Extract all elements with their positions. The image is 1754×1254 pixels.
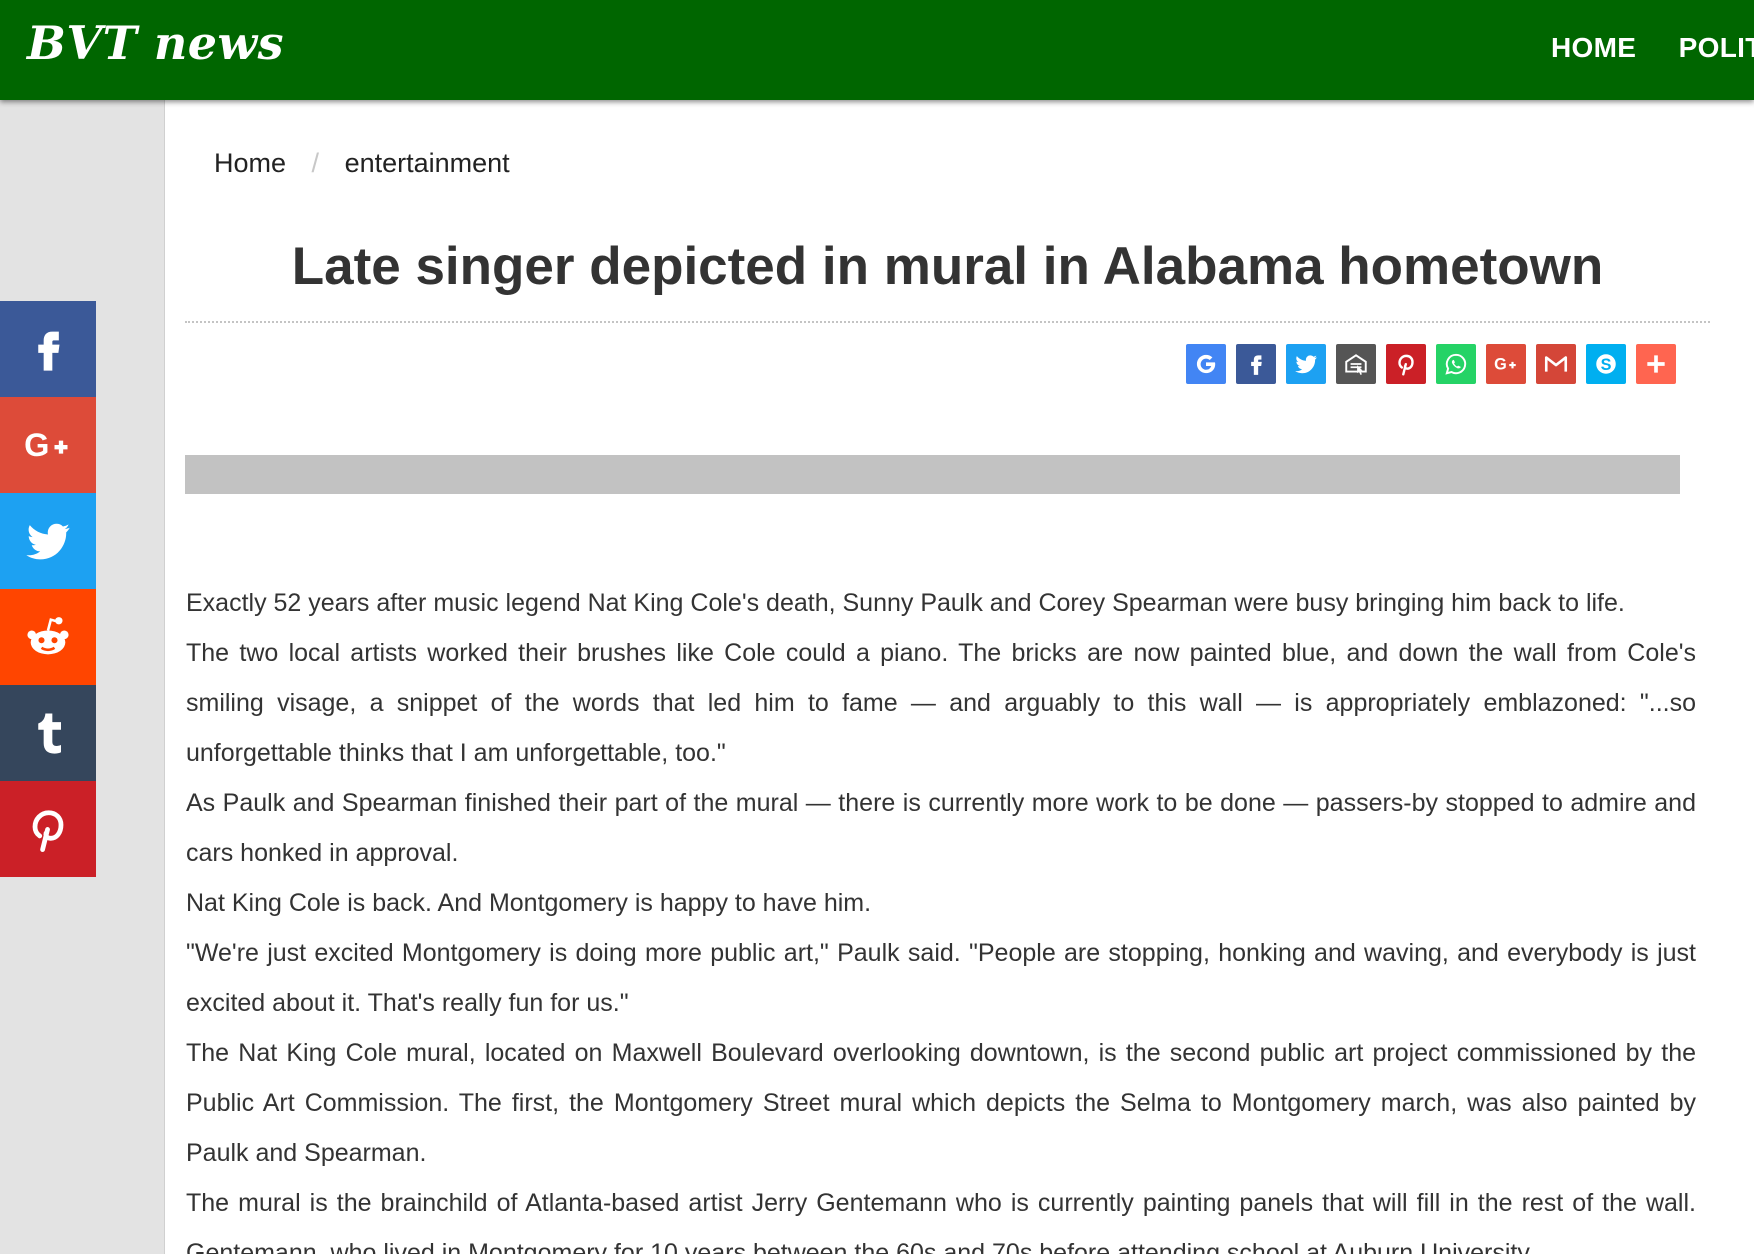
plus-icon bbox=[1647, 355, 1665, 373]
share-gmail[interactable] bbox=[1536, 344, 1576, 384]
side-share-twitter[interactable] bbox=[0, 493, 96, 589]
title-divider bbox=[185, 321, 1710, 323]
article-paragraph: "We're just excited Montgomery is doing … bbox=[186, 939, 1696, 1017]
nav-home[interactable]: HOME bbox=[1551, 32, 1636, 64]
facebook-icon bbox=[38, 331, 60, 371]
article-paragraph: As Paulk and Spearman finished their par… bbox=[186, 789, 1696, 867]
ad-placeholder-bar bbox=[185, 455, 1680, 494]
print-icon bbox=[1345, 354, 1367, 375]
skype-icon: S bbox=[1596, 354, 1616, 374]
article-body: Exactly 52 years after music legend Nat … bbox=[186, 578, 1696, 1254]
google-plus-icon: G bbox=[1494, 355, 1516, 373]
side-share-google-plus[interactable]: G bbox=[0, 397, 96, 493]
share-google[interactable] bbox=[1186, 344, 1226, 384]
gmail-icon bbox=[1544, 356, 1568, 372]
pinterest-icon bbox=[32, 810, 64, 852]
twitter-icon bbox=[1295, 355, 1317, 374]
nav-politics[interactable]: POLIT bbox=[1679, 32, 1754, 64]
side-share-reddit[interactable] bbox=[0, 589, 96, 685]
google-icon bbox=[1196, 354, 1216, 374]
share-print[interactable] bbox=[1336, 344, 1376, 384]
share-pinterest[interactable] bbox=[1386, 344, 1426, 384]
article-paragraph: Exactly 52 years after music legend Nat … bbox=[186, 589, 1625, 617]
breadcrumb-category[interactable]: entertainment bbox=[345, 148, 510, 178]
breadcrumb-separator: / bbox=[311, 148, 320, 178]
google-plus-icon: G bbox=[24, 427, 68, 463]
facebook-icon bbox=[1251, 355, 1262, 375]
share-whatsapp[interactable] bbox=[1436, 344, 1476, 384]
share-facebook[interactable] bbox=[1236, 344, 1276, 384]
main-nav: HOME POLIT bbox=[1551, 32, 1754, 64]
article-paragraph: Nat King Cole is back. And Montgomery is… bbox=[186, 889, 872, 917]
site-logo[interactable]: BVT news bbox=[27, 16, 284, 70]
article-paragraph: The two local artists worked their brush… bbox=[186, 639, 1696, 767]
tumblr-icon bbox=[38, 713, 61, 754]
share-more[interactable] bbox=[1636, 344, 1676, 384]
svg-text:G: G bbox=[1494, 355, 1507, 373]
svg-text:G: G bbox=[24, 427, 49, 463]
twitter-icon bbox=[26, 523, 70, 560]
main-content: Home / entertainment Late singer depicte… bbox=[164, 100, 1754, 1254]
breadcrumb: Home / entertainment bbox=[214, 148, 510, 179]
reddit-icon bbox=[27, 617, 69, 655]
floating-share-bar: G bbox=[0, 301, 96, 877]
side-share-facebook[interactable] bbox=[0, 301, 96, 397]
site-header: BVT news HOME POLIT bbox=[0, 0, 1754, 100]
share-toolbar: G S bbox=[1186, 344, 1676, 384]
side-share-pinterest[interactable] bbox=[0, 781, 96, 877]
breadcrumb-home[interactable]: Home bbox=[214, 148, 286, 178]
article-paragraph: The mural is the brainchild of Atlanta-b… bbox=[186, 1189, 1696, 1254]
pinterest-icon bbox=[1398, 354, 1414, 376]
share-google-plus[interactable]: G bbox=[1486, 344, 1526, 384]
side-share-tumblr[interactable] bbox=[0, 685, 96, 781]
article-title: Late singer depicted in mural in Alabama… bbox=[291, 237, 1604, 296]
whatsapp-icon bbox=[1445, 353, 1467, 375]
share-twitter[interactable] bbox=[1286, 344, 1326, 384]
svg-text:S: S bbox=[1601, 356, 1612, 374]
article-paragraph: The Nat King Cole mural, located on Maxw… bbox=[186, 1039, 1696, 1167]
share-skype[interactable]: S bbox=[1586, 344, 1626, 384]
